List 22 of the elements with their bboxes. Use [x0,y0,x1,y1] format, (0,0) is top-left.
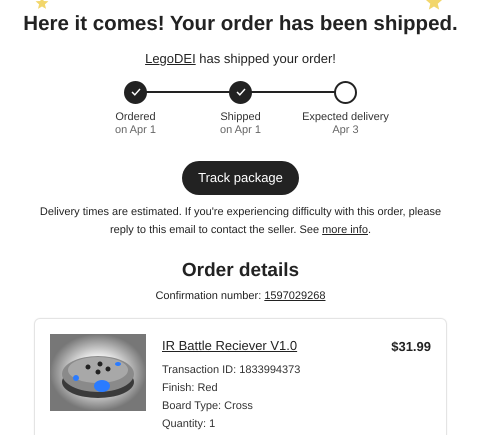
star-icon [35,0,49,10]
step-date: Apr 3 [331,124,360,136]
step-date: on Apr 1 [114,124,157,136]
shipped-message: LegoDEI has shipped your order! [144,50,337,68]
seller-link[interactable]: LegoDEI [145,51,196,66]
step-label: Shipped [219,110,262,124]
item-detail: Quantity: 1 [162,417,216,432]
more-info-link[interactable]: more info [322,224,368,236]
step-label: Ordered [114,110,157,124]
step-label: Expected delivery [301,110,390,124]
section-title: Order details [180,258,300,282]
item-detail: Transaction ID: 1833994373 [162,363,302,378]
confirmation-text: Confirmation number: 1597029268 [154,288,326,304]
heading: Here it comes! Your order has been shipped. [23,12,458,36]
item-price: $31.99 [391,338,431,356]
item-detail: Board Type: Cross [162,399,254,414]
confirmation-link[interactable]: 1597029268 [264,290,326,302]
track-package-button[interactable]: Track package [182,160,299,194]
product-link[interactable]: IR Battle Reciever V1.0 [162,338,298,353]
notice-text: Delivery times are estimated. If you're experiencing difficulty with this order, please reply to this email to contact the seller. See more info. [38,204,442,238]
step-date: on Apr 1 [219,124,262,136]
item-detail: Finish: Red [162,381,219,396]
